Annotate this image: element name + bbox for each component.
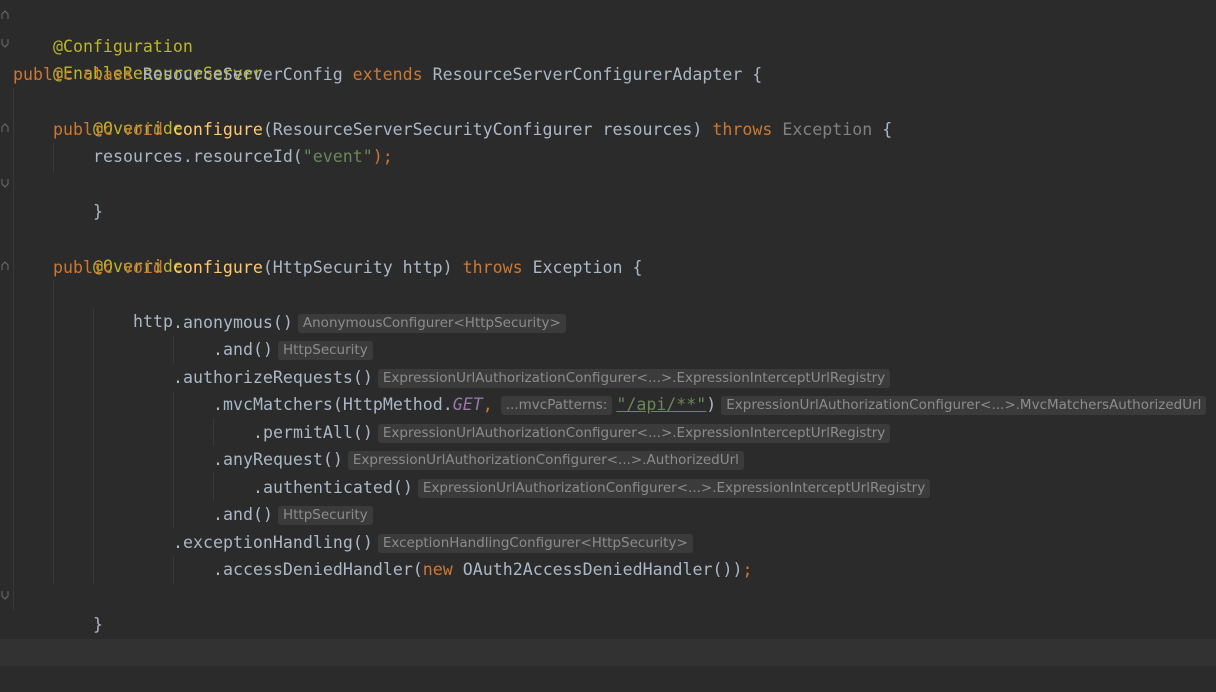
code-line[interactable]: .accessDeniedHandler(new OAuth2AccessDen… <box>0 556 1216 583</box>
code-line[interactable]: } <box>0 584 1216 634</box>
brace: { <box>872 120 893 139</box>
keyword: extends <box>352 65 433 84</box>
method-call: .permitAll() <box>253 423 373 442</box>
code-line[interactable]: resources.resourceId("event"); <box>0 143 1216 170</box>
parameters: (HttpSecurity http) <box>262 258 463 277</box>
code-line[interactable]: .and() HttpSecurity <box>0 501 1216 528</box>
class-name: ResourceServerConfig <box>142 65 353 84</box>
code-line[interactable]: public void configure(ResourceServerSecu… <box>0 116 1216 143</box>
method-call: .authorizeRequests() <box>173 368 373 387</box>
keyword: public void <box>53 258 173 277</box>
constant: GET <box>452 395 483 414</box>
terminator: ; <box>742 560 753 579</box>
code-line[interactable]: .and() HttpSecurity <box>0 336 1216 363</box>
method-call: .accessDeniedHandler( <box>213 560 423 579</box>
type-hint: ExpressionUrlAuthorizationConfigurer<...… <box>721 396 1207 415</box>
code-line[interactable]: @Override <box>0 88 1216 138</box>
method-call: .mvcMatchers(HttpMethod. <box>213 395 453 414</box>
method-call: resources.resourceId( <box>93 147 303 166</box>
comma: , <box>482 395 493 414</box>
type-hint: HttpSecurity <box>277 341 373 360</box>
code-line[interactable]: @Configuration <box>0 6 1216 56</box>
type-hint: ExpressionUrlAuthorizationConfigurer<...… <box>377 369 891 388</box>
keyword: throws <box>712 120 783 139</box>
method-name: configure <box>172 258 263 277</box>
method-call: .and() <box>213 340 273 359</box>
code-line[interactable]: .authenticated() ExpressionUrlAuthorizati… <box>0 474 1216 501</box>
keyword: new <box>422 560 463 579</box>
constructor-call: OAuth2AccessDeniedHandler()) <box>462 560 743 579</box>
code-line[interactable]: public class ResourceServerConfig extend… <box>0 61 1216 88</box>
exception-type: Exception <box>532 258 623 277</box>
code-line[interactable]: .exceptionHandling() ExceptionHandlingCon… <box>0 529 1216 556</box>
type-hint: HttpSecurity <box>277 506 373 525</box>
keyword: public void <box>53 120 173 139</box>
code-line[interactable]: .anonymous() AnonymousConfigurer<HttpSecu… <box>0 309 1216 336</box>
type-hint: AnonymousConfigurer<HttpSecurity> <box>297 314 566 333</box>
current-line[interactable] <box>0 639 1216 666</box>
code-line[interactable] <box>0 198 1216 225</box>
parameter-hint: ...mvcPatterns: <box>500 396 613 415</box>
string-literal: "/api/**" <box>616 395 707 414</box>
method-name: configure <box>172 120 263 139</box>
type-hint: ExpressionUrlAuthorizationConfigurer<...… <box>377 424 891 443</box>
method-call: .anyRequest() <box>213 450 343 469</box>
code-line[interactable]: .permitAll() ExpressionUrlAuthorizationCo… <box>0 419 1216 446</box>
code-line[interactable]: @Override <box>0 226 1216 276</box>
parent-class: ResourceServerConfigurerAdapter { <box>432 65 763 84</box>
code-line[interactable]: } <box>0 611 1216 661</box>
code-line[interactable]: public void configure(HttpSecurity http)… <box>0 254 1216 281</box>
code-line[interactable]: .authorizeRequests() ExpressionUrlAuthori… <box>0 364 1216 391</box>
type-hint: ExpressionUrlAuthorizationConfigurer<...… <box>417 479 931 498</box>
type-hint: ExceptionHandlingConfigurer<HttpSecurity… <box>377 534 693 553</box>
code-line[interactable]: http <box>0 281 1216 331</box>
brace: { <box>622 258 643 277</box>
type-hint: ExpressionUrlAuthorizationConfigurer<...… <box>347 451 744 470</box>
string-literal: "event" <box>302 147 373 166</box>
code-editor[interactable]: @Configuration @EnableResourceServer pub… <box>0 0 1216 673</box>
close-paren: ) <box>706 395 717 414</box>
code-line[interactable]: .mvcMatchers(HttpMethod.GET, ...mvcPatter… <box>0 391 1216 418</box>
terminator: ); <box>372 147 393 166</box>
method-call: .exceptionHandling() <box>173 533 373 552</box>
method-call: .anonymous() <box>173 313 293 332</box>
parameters: (ResourceServerSecurityConfigurer resour… <box>262 120 713 139</box>
code-line[interactable]: @EnableResourceServer <box>0 33 1216 83</box>
method-call: .and() <box>213 505 273 524</box>
keyword: public class <box>13 65 143 84</box>
method-call: .authenticated() <box>253 478 413 497</box>
keyword: throws <box>462 258 533 277</box>
code-line[interactable]: } <box>0 171 1216 221</box>
code-line[interactable]: .anyRequest() ExpressionUrlAuthorizationC… <box>0 446 1216 473</box>
exception-type: Exception <box>782 120 873 139</box>
